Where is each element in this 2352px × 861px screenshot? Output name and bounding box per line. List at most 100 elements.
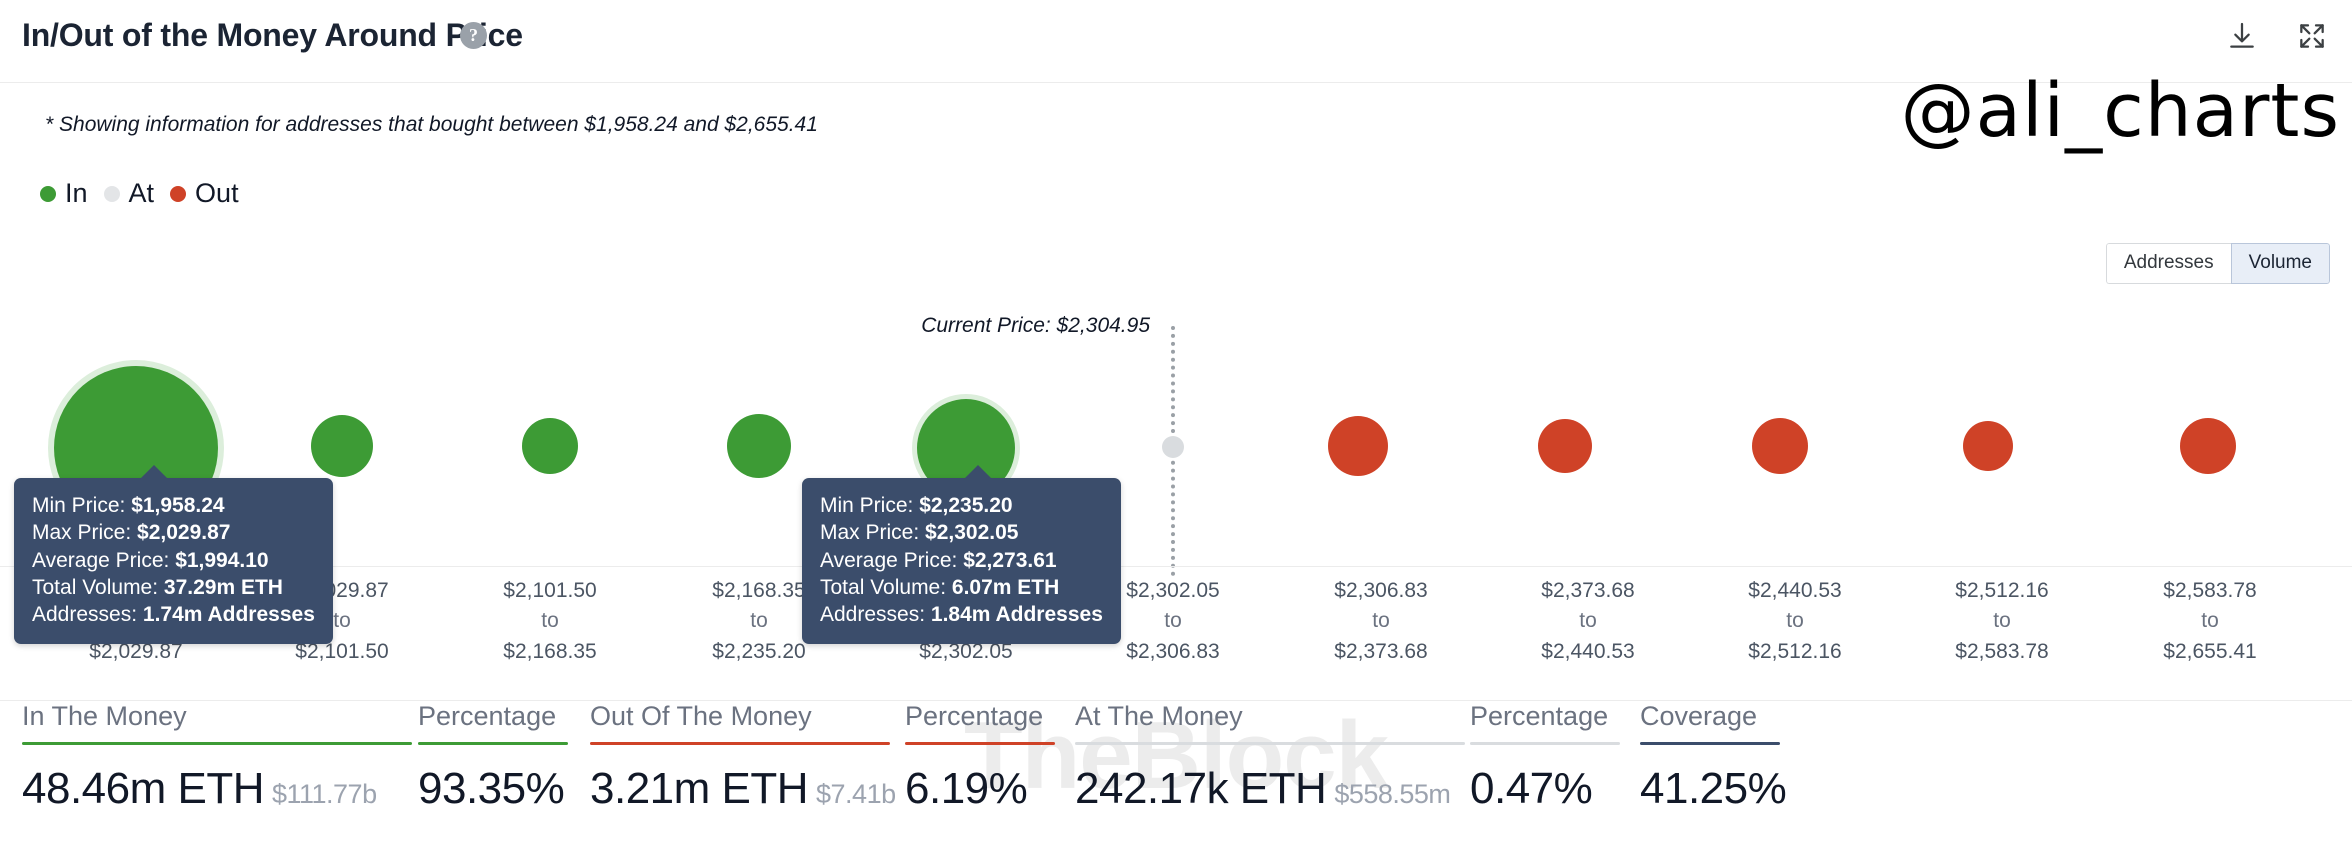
legend-label-in: In <box>65 178 88 209</box>
tooltip-row-value: $2,029.87 <box>137 521 230 544</box>
tooltip-row: Average Price: $2,273.61 <box>820 547 1103 574</box>
chart-card: In/Out of the Money Around Price ? * Sho… <box>0 0 2352 860</box>
tooltip-row: Min Price: $1,958.24 <box>32 492 315 519</box>
stat-value: 242.17k ETH $558.55m <box>1075 764 1465 814</box>
legend-label-at: At <box>129 178 155 209</box>
summary-stats: In The Money 48.46m ETH$111.77b Percenta… <box>0 700 2352 861</box>
bubble-bucket-4[interactable] <box>727 414 791 478</box>
stat-value: 0.47% <box>1470 764 1620 814</box>
stat-value: 48.46m ETH$111.77b <box>22 764 412 814</box>
legend-label-out: Out <box>195 178 239 209</box>
current-price-dot[interactable] <box>1162 436 1184 458</box>
stat-value-sub: $7.41b <box>816 779 896 809</box>
toggle-addresses[interactable]: Addresses <box>2106 243 2231 284</box>
bubble-bucket-2[interactable] <box>311 415 373 477</box>
stat-value-main: 3.21m ETH <box>590 764 808 813</box>
bubble-bucket-8[interactable] <box>1538 419 1592 473</box>
tooltip-row-value: 1.74m Addresses <box>143 603 315 626</box>
tooltip-row-value: $1,958.24 <box>131 494 224 517</box>
tooltip-row-value: $1,994.10 <box>175 549 268 572</box>
x-tick-4: $2,168.35 to $2,235.20 <box>712 576 805 667</box>
bubble-bucket-9[interactable] <box>1752 418 1808 474</box>
x-tick-max: $2,583.78 <box>1955 637 2048 667</box>
stat-label: At The Money <box>1075 701 1465 742</box>
legend-item-at[interactable]: At <box>104 178 155 209</box>
x-tick-min: $2,512.16 <box>1955 576 2048 606</box>
tooltip-row: Average Price: $1,994.10 <box>32 547 315 574</box>
tooltip-row-label: Average Price: <box>820 549 963 572</box>
x-tick-to: to <box>1955 606 2048 636</box>
tooltip-row: Min Price: $2,235.20 <box>820 492 1103 519</box>
x-tick-min: $2,168.35 <box>712 576 805 606</box>
stat-label: Out Of The Money <box>590 701 890 742</box>
x-tick-to: to <box>1334 606 1427 636</box>
bubble-bucket-11[interactable] <box>2180 418 2236 474</box>
x-tick-min: $2,101.50 <box>503 576 596 606</box>
bubble-bucket-3[interactable] <box>522 418 578 474</box>
header-actions <box>2226 20 2328 52</box>
download-icon[interactable] <box>2226 20 2258 52</box>
bubble-bucket-10[interactable] <box>1963 421 2013 471</box>
x-tick-9: $2,440.53 to $2,512.16 <box>1748 576 1841 667</box>
stat-label: In The Money <box>22 701 412 742</box>
tooltip-row: Addresses: 1.84m Addresses <box>820 601 1103 628</box>
stat-value-main: 0.47% <box>1470 764 1592 813</box>
stat-label: Percentage <box>1470 701 1620 742</box>
x-tick-to: to <box>2163 606 2256 636</box>
tooltip-row-value: $2,235.20 <box>919 494 1012 517</box>
x-tick-max: $2,235.20 <box>712 637 805 667</box>
stat-rule <box>1640 742 1780 745</box>
x-tick-max: $2,306.83 <box>1126 637 1219 667</box>
stat-value: 41.25% <box>1640 764 1780 814</box>
x-tick-to: to <box>503 606 596 636</box>
tooltip-row-value: 6.07m ETH <box>952 576 1059 599</box>
stat-label: Percentage <box>418 701 568 742</box>
stat-rule <box>1470 742 1620 745</box>
stat-value-main: 242.17k ETH <box>1075 764 1326 813</box>
tooltip-row-value: 37.29m ETH <box>164 576 283 599</box>
toggle-volume[interactable]: Volume <box>2231 243 2330 284</box>
legend-item-in[interactable]: In <box>40 178 88 209</box>
legend-dot-in <box>40 186 56 202</box>
x-axis-line <box>0 566 2352 567</box>
x-tick-max: $2,512.16 <box>1748 637 1841 667</box>
x-tick-max: $2,373.68 <box>1334 637 1427 667</box>
x-tick-to: to <box>1126 606 1219 636</box>
tooltip-row-label: Min Price: <box>32 494 131 517</box>
card-header: In/Out of the Money Around Price ? <box>0 0 2352 83</box>
stat-value-main: 6.19% <box>905 764 1027 813</box>
stat-at-percentage: Percentage 0.47% <box>1470 701 1620 814</box>
tooltip-bucket-1: Min Price: $1,958.24 Max Price: $2,029.8… <box>14 478 333 644</box>
stat-value-main: 48.46m ETH <box>22 764 264 813</box>
bubble-bucket-7[interactable] <box>1328 416 1388 476</box>
tooltip-row-label: Min Price: <box>820 494 919 517</box>
stat-label: Coverage <box>1640 701 1780 742</box>
current-price-label: Current Price: $2,304.95 <box>921 314 1150 338</box>
tooltip-row-label: Total Volume: <box>820 576 952 599</box>
tooltip-row-value: $2,302.05 <box>925 521 1018 544</box>
stat-at-the-money: At The Money 242.17k ETH $558.55m <box>1075 701 1465 814</box>
stat-rule <box>1075 742 1465 745</box>
x-tick-max: $2,168.35 <box>503 637 596 667</box>
tooltip-row: Max Price: $2,029.87 <box>32 519 315 546</box>
x-tick-max: $2,440.53 <box>1541 637 1634 667</box>
chart-subtitle: * Showing information for addresses that… <box>45 113 818 137</box>
tooltip-row-label: Addresses: <box>820 603 931 626</box>
legend-item-out[interactable]: Out <box>170 178 239 209</box>
x-tick-min: $2,302.05 <box>1126 576 1219 606</box>
stat-in-the-money: In The Money 48.46m ETH$111.77b <box>22 701 412 814</box>
stat-out-of-the-money: Out Of The Money 3.21m ETH$7.41b <box>590 701 890 814</box>
stat-value: 6.19% <box>905 764 1055 814</box>
legend-dot-out <box>170 186 186 202</box>
x-tick-min: $2,306.83 <box>1334 576 1427 606</box>
stat-value-sub: $558.55m <box>1334 779 1450 809</box>
expand-icon[interactable] <box>2296 20 2328 52</box>
help-icon[interactable]: ? <box>460 22 487 49</box>
tooltip-row-value: $2,273.61 <box>963 549 1056 572</box>
x-tick-6: $2,302.05 to $2,306.83 <box>1126 576 1219 667</box>
tooltip-row: Max Price: $2,302.05 <box>820 519 1103 546</box>
tooltip-row: Total Volume: 6.07m ETH <box>820 574 1103 601</box>
bubble-plot: TheBlock Current Price: $2,304.95 <box>0 290 2352 610</box>
stat-value-main: 41.25% <box>1640 764 1786 813</box>
tooltip-row-label: Total Volume: <box>32 576 164 599</box>
